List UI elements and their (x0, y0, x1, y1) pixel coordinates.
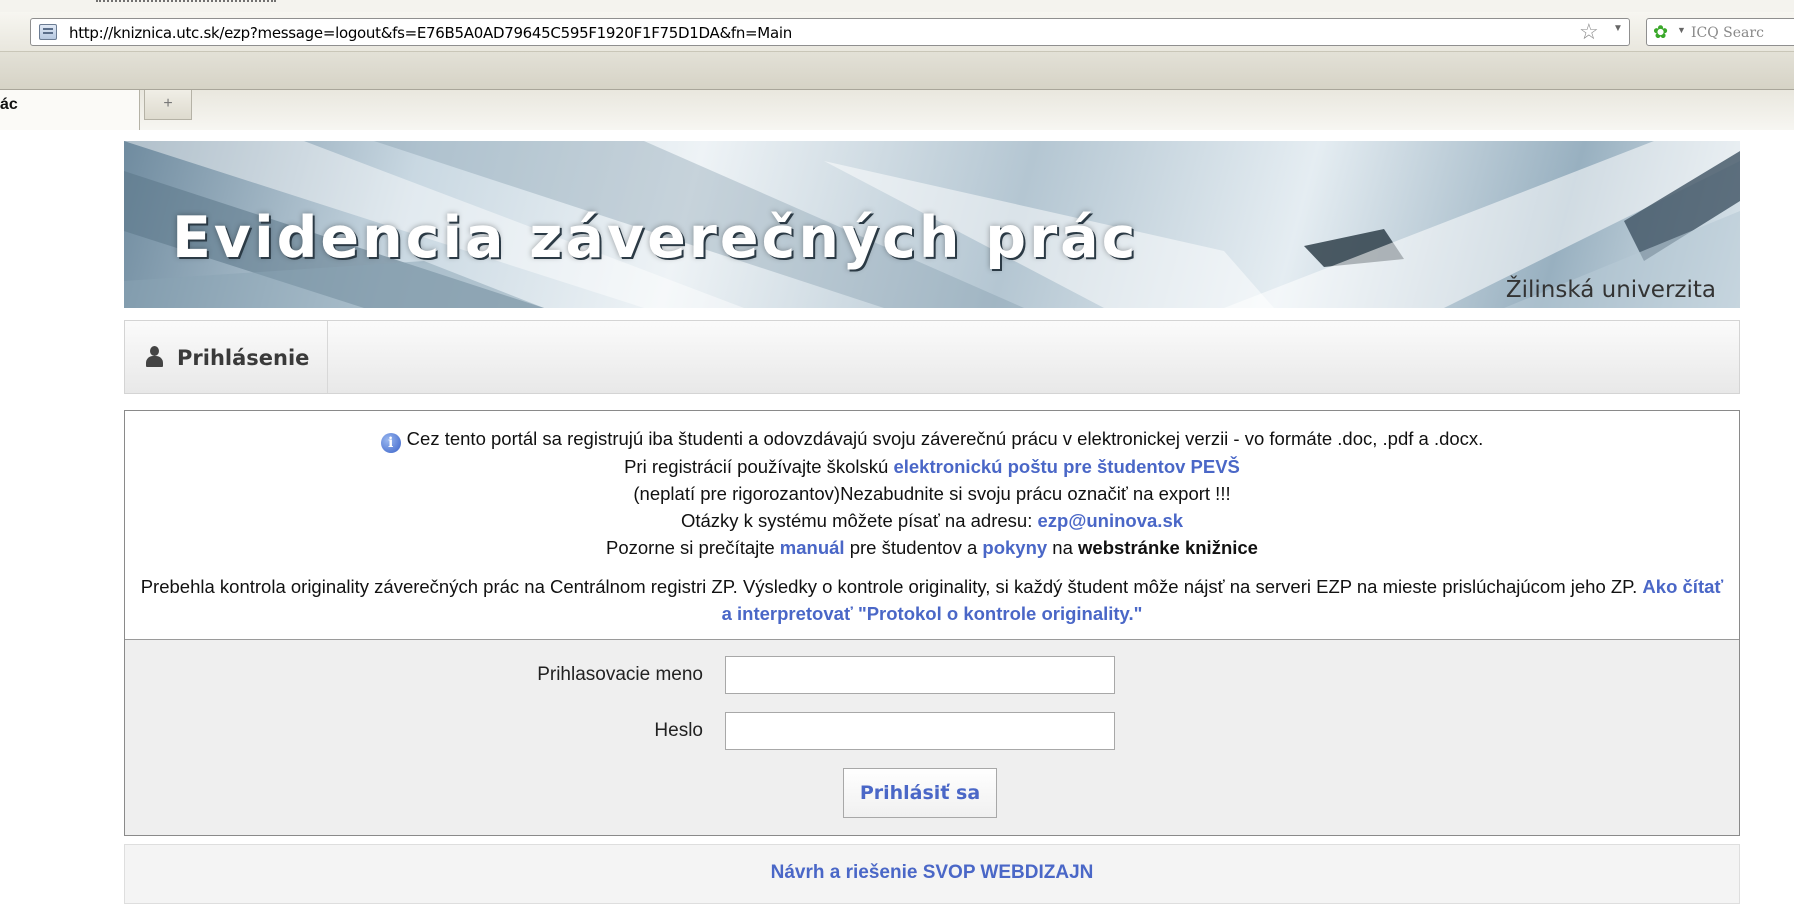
university-name: Žilinská univerzita (1505, 277, 1716, 303)
info-text-4: Otázky k systému môžete písať na adresu: (680, 510, 1038, 531)
search-engine-dropdown-icon[interactable]: ▼ (1677, 25, 1686, 35)
info-icon: i (380, 433, 401, 453)
info-line-6: Prebehla kontrola originality záverečnýc… (135, 573, 1729, 627)
info-line-1: i Cez tento portál sa registrujú iba štud… (135, 425, 1729, 453)
icq-flower-icon[interactable]: ✿ (1653, 22, 1668, 42)
info-text-5a: Pozorne si prečítajte (606, 537, 780, 558)
login-form: Prihlasovacie meno Heslo Prihlásiť sa (125, 639, 1739, 835)
originality-text: Prebehla kontrola originality záverečnýc… (140, 576, 1643, 597)
info-text-2: Pri registrácií používajte školskú (624, 456, 894, 477)
student-email-link[interactable]: elektronickú poštu pre študentov PEVŠ (893, 456, 1239, 477)
menu-bar-remnant (96, 0, 276, 3)
username-label: Prihlasovacie meno (537, 664, 703, 685)
header-banner: Evidencia záverečných prác Žilinská univ… (124, 141, 1740, 308)
main-menu: Prihlásenie (124, 320, 1740, 394)
address-bar-url[interactable]: http://kniznica.utc.sk/ezp?message=logou… (69, 24, 792, 42)
search-engine-placeholder: ICQ Searc (1691, 25, 1764, 41)
active-tab-label[interactable]: ác (0, 96, 18, 114)
info-message: i Cez tento portál sa registrujú iba štud… (125, 411, 1739, 639)
info-line-5: Pozorne si prečítajte manuál pre študent… (135, 534, 1729, 561)
info-line-2: Pri registrácií používajte školskú elekt… (135, 453, 1729, 480)
info-text-1: Cez tento portál sa registrujú iba štude… (406, 428, 1484, 449)
manual-link[interactable]: manuál (780, 537, 845, 558)
login-button[interactable]: Prihlásiť sa (843, 768, 997, 818)
info-line-4: Otázky k systému môžete písať na adresu:… (135, 507, 1729, 534)
search-box[interactable]: ✿ ▼ ICQ Searc (1646, 18, 1794, 46)
dropdown-arrow-icon[interactable]: ▼ (1613, 23, 1623, 34)
username-input[interactable] (725, 656, 1115, 694)
page-content: Evidencia záverečných prác Žilinská univ… (124, 141, 1740, 904)
password-label: Heslo (654, 720, 703, 741)
tab-strip (0, 52, 1794, 90)
password-row: Heslo (125, 710, 1739, 750)
info-text-5b: pre študentov a (844, 537, 983, 558)
login-panel: i Cez tento portál sa registrujú iba štud… (124, 410, 1740, 836)
browser-menu-strip (0, 0, 1794, 12)
bookmark-star-icon[interactable]: ☆ (1579, 20, 1599, 44)
guidelines-link[interactable]: pokyny (982, 537, 1047, 558)
footer-credit-link[interactable]: Návrh a riešenie SVOP WEBDIZAJN (125, 862, 1739, 884)
browser-navigation-bar: http://kniznica.utc.sk/ezp?message=logou… (0, 12, 1794, 52)
password-input[interactable] (725, 712, 1115, 750)
tab-row (0, 90, 1794, 130)
info-text-5c: na (1047, 537, 1079, 558)
info-line-3: (neplatí pre rigorozantov)Nezabudnite si… (633, 483, 1231, 504)
footer: Návrh a riešenie SVOP WEBDIZAJN (124, 844, 1740, 904)
new-tab-button[interactable]: + (144, 90, 192, 120)
site-title: Evidencia záverečných prác (172, 205, 1139, 271)
menu-item-label[interactable]: Prihlásenie (177, 346, 309, 370)
support-email-link[interactable]: ezp@uninova.sk (1038, 510, 1184, 531)
library-website-text: webstránke knižnice (1078, 537, 1258, 558)
username-row: Prihlasovacie meno (125, 654, 1739, 694)
menu-item-login[interactable]: Prihlásenie (125, 321, 328, 393)
address-bar[interactable]: http://kniznica.utc.sk/ezp?message=logou… (30, 18, 1630, 46)
site-identity-icon[interactable] (39, 24, 57, 40)
active-tab[interactable] (0, 90, 140, 130)
user-icon (145, 346, 163, 368)
